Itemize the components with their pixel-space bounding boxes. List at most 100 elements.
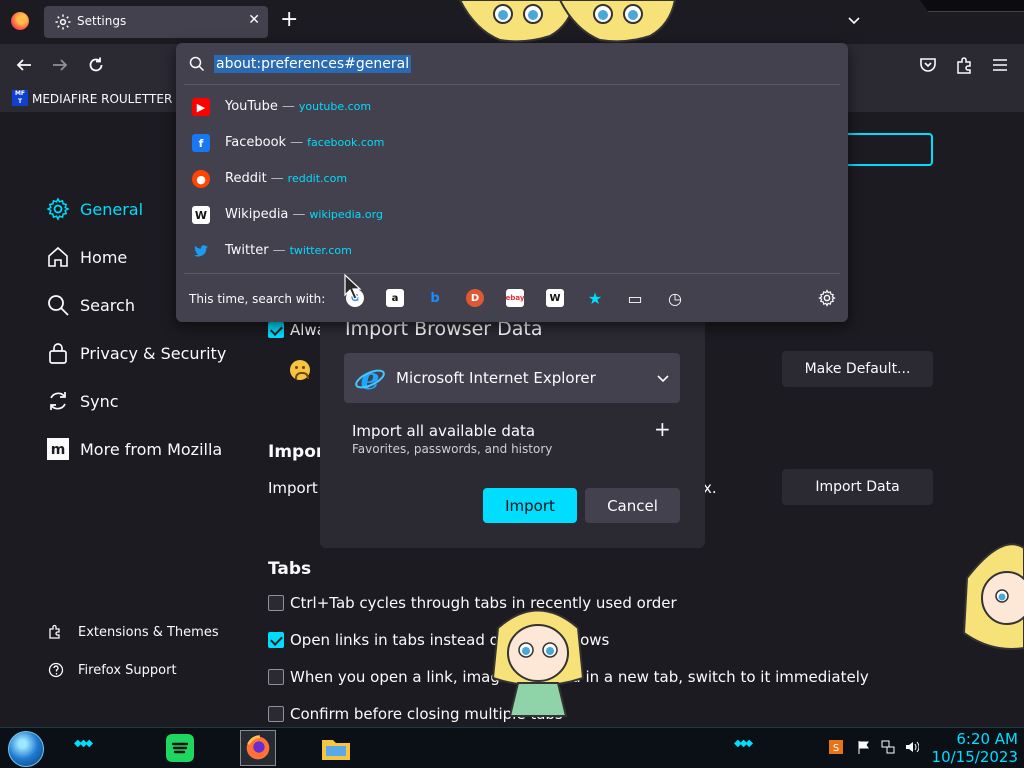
tab-option-row[interactable]: Ctrl+Tab cycles through tabs in recently… xyxy=(268,594,677,612)
sidebar-item-general[interactable]: General xyxy=(46,197,143,221)
sidebar-item-label: Privacy & Security xyxy=(80,343,227,363)
system-clock[interactable]: 6:20 AM 10/15/2023 xyxy=(932,730,1018,766)
chevron-down-icon[interactable] xyxy=(846,12,862,28)
duckduckgo-icon[interactable]: D xyxy=(466,289,484,307)
amazon-icon[interactable]: a xyxy=(386,289,404,307)
bing-icon[interactable]: b xyxy=(426,289,444,307)
suggestion-title: Twitter xyxy=(225,243,269,258)
expand-plus-icon[interactable]: + xyxy=(654,417,671,441)
sidebar-item-sync[interactable]: Sync xyxy=(46,389,119,413)
bookmarks-star-icon[interactable]: ★ xyxy=(586,289,604,308)
tab-settings[interactable]: Settings ✕ xyxy=(44,6,268,38)
sidebar-item-label: Home xyxy=(80,247,128,267)
history-icon[interactable]: ◷ xyxy=(666,289,684,308)
svg-text:S: S xyxy=(833,743,839,754)
search-settings-gear-icon[interactable] xyxy=(818,289,836,307)
import-option-title: Import all available data xyxy=(352,422,536,440)
cartoon-character-sticker xyxy=(458,0,677,43)
import-data-button[interactable]: Import Data xyxy=(782,469,933,505)
mediafire-icon: MF T xyxy=(12,90,28,106)
sync-icon xyxy=(50,392,66,410)
always-check-default-row[interactable]: Alwa xyxy=(268,321,326,339)
find-in-settings-input[interactable] xyxy=(842,133,933,166)
suggestion-wikipedia[interactable]: W Wikipedia — wikipedia.org xyxy=(176,198,848,234)
start-orb-button[interactable] xyxy=(8,731,44,767)
search-with-label: This time, search with: xyxy=(189,292,326,306)
import-browser-data-dialog: Import Browser Data e Microsoft Internet… xyxy=(320,302,705,548)
import-button[interactable]: Import xyxy=(483,488,577,523)
flag-icon[interactable] xyxy=(857,740,871,754)
separator: — xyxy=(290,135,304,150)
tabs-icon[interactable]: ▭ xyxy=(626,289,644,308)
cancel-button[interactable]: Cancel xyxy=(585,488,680,523)
sidebar-item-mozilla[interactable]: m More from Mozilla xyxy=(46,437,222,461)
browser-select-value: Microsoft Internet Explorer xyxy=(396,369,596,387)
suggestion-url: wikipedia.org xyxy=(309,208,383,221)
suggestion-url: facebook.com xyxy=(307,136,385,149)
back-arrow-icon[interactable] xyxy=(15,56,33,74)
footer-label: Extensions & Themes xyxy=(78,624,219,640)
network-icon[interactable] xyxy=(881,740,895,754)
facebook-icon: f xyxy=(192,134,210,152)
tab-option-checkbox[interactable] xyxy=(268,632,284,648)
lock-icon xyxy=(49,343,67,364)
forward-arrow-icon[interactable] xyxy=(51,56,69,74)
footer-label: Firefox Support xyxy=(78,662,177,678)
decorative-chevrons: ◆◆◆ xyxy=(734,738,753,749)
twitter-bird-icon xyxy=(194,245,208,257)
extensions-puzzle-icon[interactable] xyxy=(955,56,973,74)
tab-option-checkbox[interactable] xyxy=(268,595,284,611)
new-tab-button[interactable]: + xyxy=(280,9,298,31)
suggestion-youtube[interactable]: ▶ YouTube — youtube.com xyxy=(176,90,848,126)
wikipedia-icon[interactable]: W xyxy=(546,289,564,307)
tab-title: Settings xyxy=(77,14,127,28)
sidebar-item-label: More from Mozilla xyxy=(80,439,223,459)
file-explorer-icon[interactable] xyxy=(318,730,354,766)
sidebar-item-search[interactable]: Search xyxy=(46,293,135,317)
sidebar-firefox-support[interactable]: Firefox Support xyxy=(48,662,177,678)
pocket-icon[interactable] xyxy=(919,56,937,74)
url-input[interactable]: about:preferences#general xyxy=(214,55,412,73)
mouse-cursor-icon xyxy=(344,273,362,300)
ebay-icon[interactable]: ebay xyxy=(506,289,524,307)
import-description: Import xyxy=(268,479,318,497)
mozilla-icon: m xyxy=(47,438,69,460)
clock-time: 6:20 AM xyxy=(956,730,1018,748)
reddit-icon: ● xyxy=(192,170,210,188)
always-check-checkbox[interactable] xyxy=(268,322,284,338)
puzzle-icon xyxy=(49,624,60,639)
spotify-icon[interactable] xyxy=(162,730,198,766)
search-icon xyxy=(48,295,69,316)
hamburger-menu-icon[interactable] xyxy=(991,56,1009,74)
app-tray-icon[interactable]: S xyxy=(829,740,843,754)
suggestion-reddit[interactable]: ● Reddit — reddit.com xyxy=(176,162,848,198)
bookmark-label: MEDIAFIRE ROULETTER xyxy=(32,92,173,106)
firefox-logo-icon[interactable] xyxy=(11,12,29,30)
reload-icon[interactable] xyxy=(87,56,105,74)
youtube-icon: ▶ xyxy=(192,98,210,116)
make-default-button[interactable]: Make Default... xyxy=(782,351,933,387)
import-option-subtitle: Favorites, passwords, and history xyxy=(352,442,553,456)
sidebar-extensions-themes[interactable]: Extensions & Themes xyxy=(48,624,219,640)
taskbar: ◆◆◆ ◆◆◆ S 6:20 AM 10/15/2023 xyxy=(0,727,1024,768)
speaker-volume-icon[interactable] xyxy=(905,740,919,754)
firefox-taskbar-icon[interactable] xyxy=(240,730,276,766)
sidebar-item-privacy[interactable]: Privacy & Security xyxy=(46,341,226,365)
suggestion-facebook[interactable]: f Facebook — facebook.com xyxy=(176,126,848,162)
clock-date: 10/15/2023 xyxy=(931,748,1018,766)
tab-option-checkbox[interactable] xyxy=(268,706,284,722)
help-icon xyxy=(48,662,64,678)
internet-explorer-icon: e xyxy=(355,362,385,394)
browser-select[interactable]: e Microsoft Internet Explorer xyxy=(344,353,680,403)
tabs-heading: Tabs xyxy=(268,559,312,579)
close-tab-icon[interactable]: ✕ xyxy=(248,12,260,28)
separator: — xyxy=(272,243,286,258)
window-controls[interactable] xyxy=(920,0,1024,12)
suggestion-title: YouTube xyxy=(225,99,278,114)
suggestion-twitter[interactable]: Twitter — twitter.com xyxy=(176,234,848,270)
sidebar-item-home[interactable]: Home xyxy=(46,245,127,269)
tab-option-checkbox[interactable] xyxy=(268,669,284,685)
home-icon xyxy=(48,246,68,267)
svg-text:m: m xyxy=(51,442,66,458)
separator: — xyxy=(281,99,295,114)
